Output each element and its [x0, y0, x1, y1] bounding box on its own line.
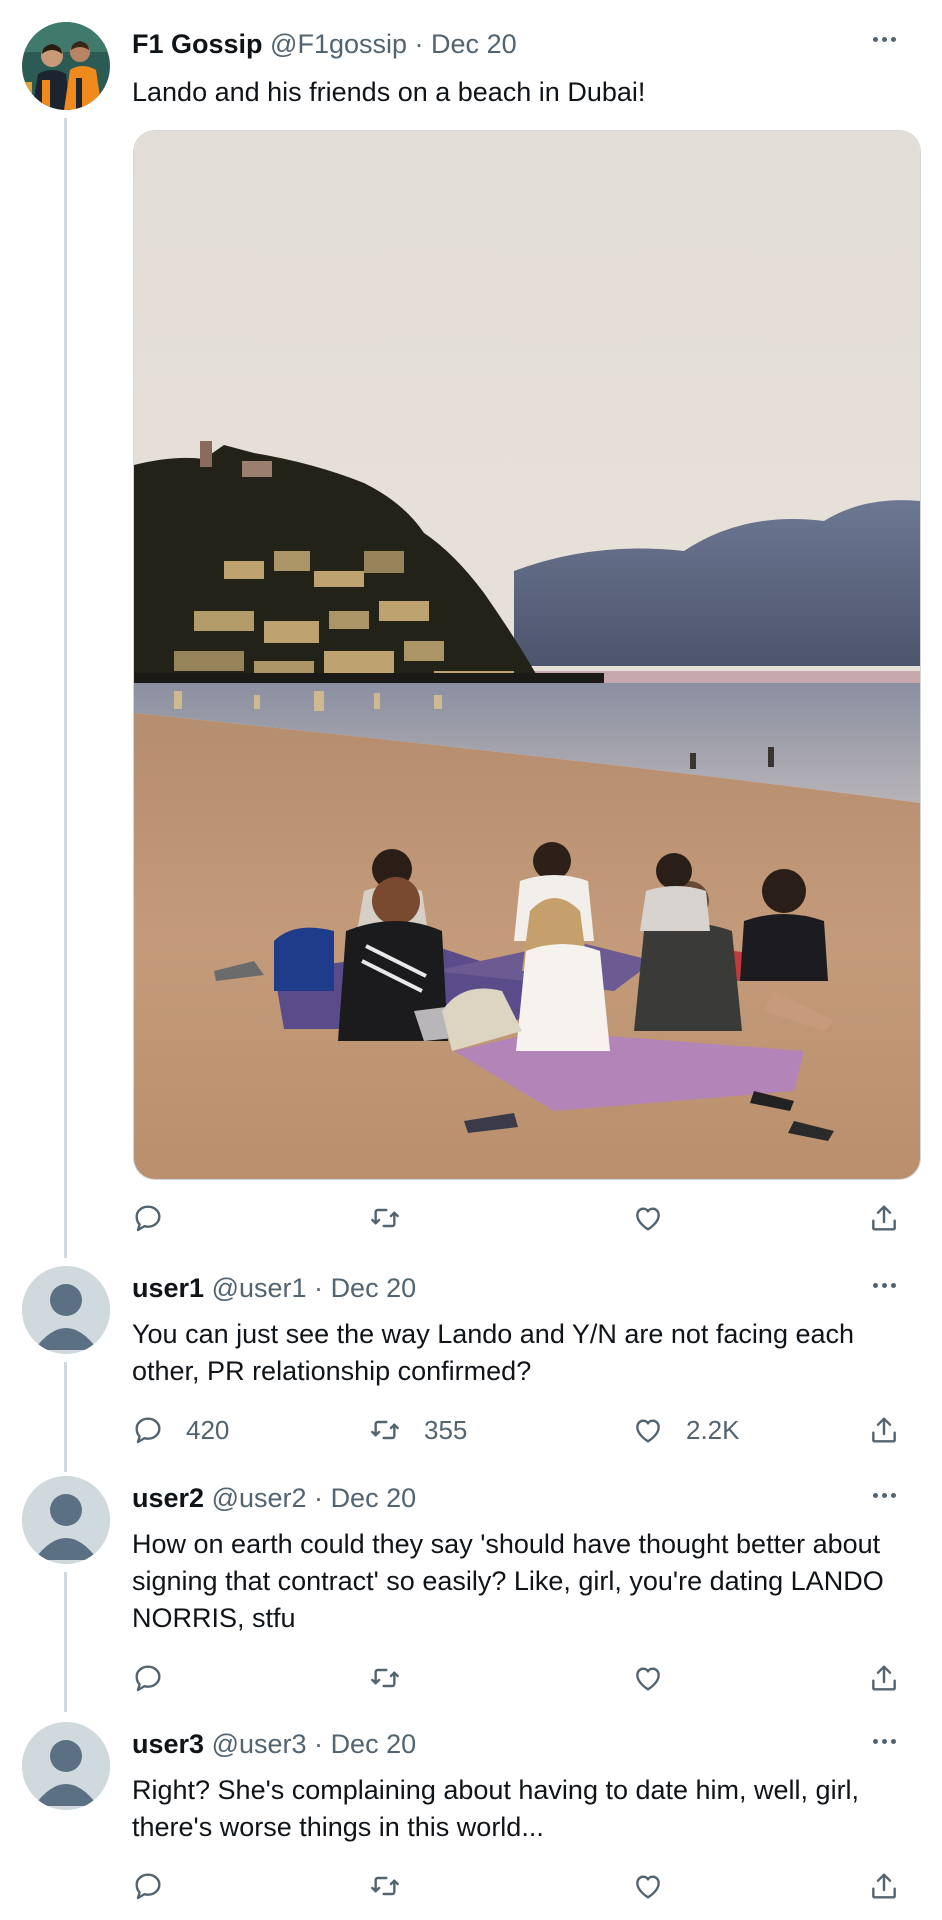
share-icon	[872, 1417, 896, 1443]
avatar[interactable]	[22, 1266, 110, 1354]
retweet-icon	[371, 1208, 399, 1228]
tweet-text: Lando and his friends on a beach in Duba…	[132, 77, 646, 107]
like-count: 2.2K	[686, 1414, 740, 1445]
beach-photo-image	[134, 131, 920, 1179]
more-icon-dot	[872, 1492, 878, 1498]
tweet-1: F1 Gossip @F1gossip · Dec 20 Lando and h…	[0, 0, 942, 1262]
heart-icon	[636, 1667, 660, 1691]
display-name[interactable]: F1 Gossip	[132, 29, 263, 59]
share-button[interactable]	[868, 1198, 900, 1238]
retweet-button[interactable]: 355	[368, 1410, 467, 1450]
more-icon-dot	[872, 1738, 878, 1744]
retweet-button[interactable]	[368, 1658, 424, 1698]
more-icon-dot	[881, 36, 887, 42]
reply-button[interactable]	[132, 1658, 186, 1698]
heart-icon	[636, 1207, 660, 1231]
more-options-button[interactable]	[864, 1483, 904, 1507]
tweet-date[interactable]: Dec 20	[331, 1273, 417, 1303]
retweet-button[interactable]	[368, 1198, 424, 1238]
retweet-count: 355	[424, 1414, 468, 1445]
tweet-text: You can just see the way Lando and Y/N a…	[132, 1319, 855, 1386]
more-icon-dot	[881, 1738, 887, 1744]
heart-icon	[636, 1419, 660, 1443]
tweet-date[interactable]: Dec 20	[431, 29, 517, 59]
retweet-icon	[371, 1420, 399, 1440]
username-handle[interactable]: @user2	[212, 1483, 307, 1513]
like-button[interactable]	[632, 1866, 686, 1906]
reply-button[interactable]	[132, 1866, 186, 1906]
tweet-header: user1 @user1 · Dec 20	[132, 1271, 416, 1305]
retweet-icon	[371, 1876, 399, 1896]
more-options-button[interactable]	[864, 1273, 904, 1297]
avatar[interactable]	[22, 1722, 110, 1810]
like-button[interactable]	[632, 1658, 686, 1698]
display-name[interactable]: user2	[132, 1483, 204, 1513]
tweet-actions	[132, 1198, 922, 1238]
display-name[interactable]: user3	[132, 1729, 204, 1759]
tweet-media-photo[interactable]	[133, 130, 921, 1180]
more-icon-dot	[881, 1492, 887, 1498]
more-options-button[interactable]	[864, 1729, 904, 1753]
separator-dot: ·	[314, 1273, 324, 1303]
username-handle[interactable]: @user3	[212, 1729, 307, 1759]
tweet-date[interactable]: Dec 20	[331, 1483, 417, 1513]
reply-icon	[135, 1417, 161, 1444]
reply-icon	[135, 1205, 161, 1232]
avatar[interactable]	[22, 22, 110, 110]
display-name[interactable]: user1	[132, 1273, 204, 1303]
tweet-3: user2 @user2 · Dec 20 How on earth could…	[0, 1472, 942, 1718]
more-icon-dot	[872, 36, 878, 42]
avatar[interactable]	[22, 1476, 110, 1564]
share-icon	[872, 1205, 896, 1231]
more-icon-dot	[890, 1282, 896, 1288]
tweet-date[interactable]: Dec 20	[331, 1729, 417, 1759]
more-icon-dot	[890, 1738, 896, 1744]
tweet-2: user1 @user1 · Dec 20 You can just see t…	[0, 1262, 942, 1472]
more-icon-dot	[890, 36, 896, 42]
share-button[interactable]	[868, 1410, 900, 1450]
more-icon-dot	[881, 1282, 887, 1288]
tweet-actions	[132, 1658, 922, 1698]
separator-dot: ·	[314, 1483, 324, 1513]
tweet-header: user2 @user2 · Dec 20	[132, 1481, 416, 1515]
retweet-button[interactable]	[368, 1866, 424, 1906]
heart-icon	[636, 1875, 660, 1899]
username-handle[interactable]: @user1	[212, 1273, 307, 1303]
reply-button[interactable]: 420	[132, 1410, 229, 1450]
tweet-header: F1 Gossip @F1gossip · Dec 20	[132, 27, 517, 61]
default-avatar-icon	[22, 1476, 110, 1564]
separator-dot: ·	[314, 1729, 324, 1759]
share-button[interactable]	[868, 1658, 900, 1698]
tweet-text: How on earth could they say 'should have…	[132, 1529, 884, 1633]
tweet-text: Right? She's complaining about having to…	[132, 1775, 860, 1842]
separator-dot: ·	[414, 29, 424, 59]
default-avatar-icon	[22, 1266, 110, 1354]
like-button[interactable]: 2.2K	[632, 1410, 740, 1450]
default-avatar-icon	[22, 1722, 110, 1810]
share-icon	[872, 1665, 896, 1691]
username-handle[interactable]: @F1gossip	[270, 29, 407, 59]
like-button[interactable]	[632, 1198, 686, 1238]
reply-count: 420	[186, 1414, 230, 1445]
tweet-actions	[132, 1866, 922, 1906]
share-button[interactable]	[868, 1866, 900, 1906]
retweet-icon	[371, 1668, 399, 1688]
tweet-header: user3 @user3 · Dec 20	[132, 1727, 416, 1761]
f1-gossip-avatar-image	[22, 22, 110, 110]
reply-button[interactable]	[132, 1198, 186, 1238]
tweet-4: user3 @user3 · Dec 20 Right? She's compl…	[0, 1718, 942, 1920]
more-icon-dot	[890, 1492, 896, 1498]
more-options-button[interactable]	[864, 27, 904, 51]
more-icon-dot	[872, 1282, 878, 1288]
reply-icon	[135, 1873, 161, 1900]
reply-icon	[135, 1665, 161, 1692]
tweet-actions: 420 355 2.2K	[132, 1410, 922, 1450]
share-icon	[872, 1873, 896, 1899]
